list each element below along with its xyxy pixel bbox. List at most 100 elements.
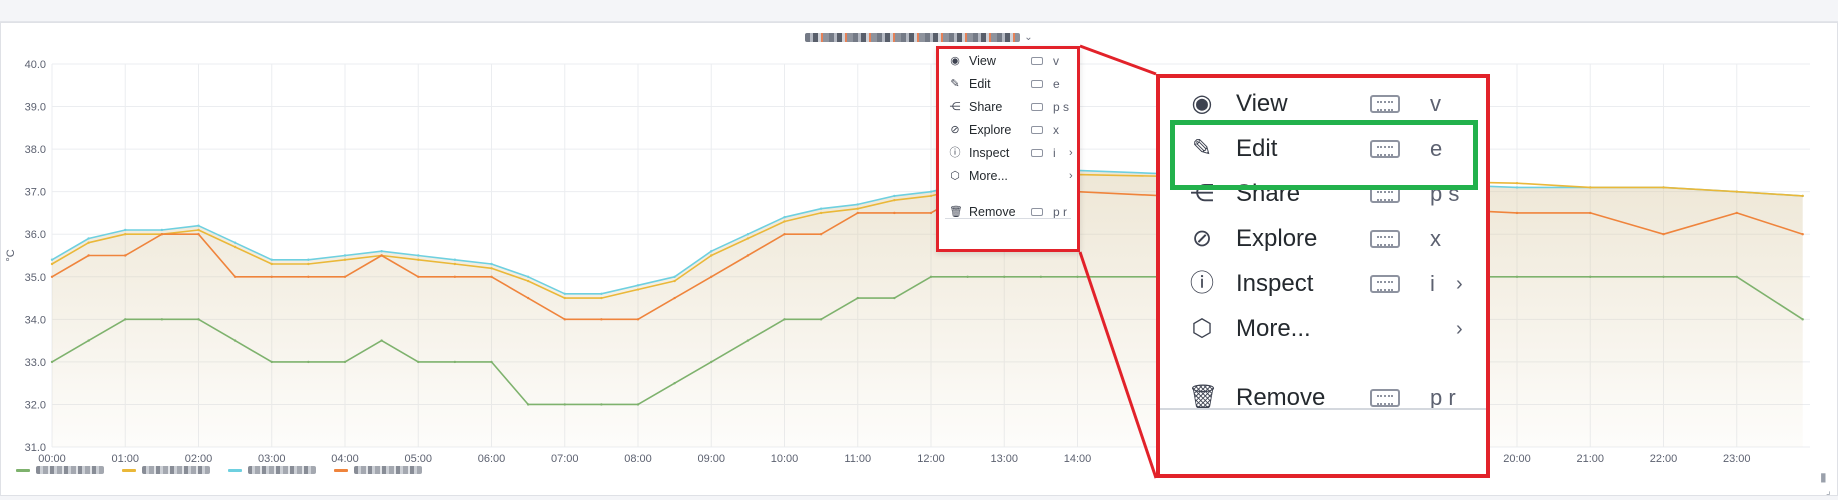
menu-item-inspect[interactable]: ⓘ Inspect i › [939, 142, 1077, 164]
series-point-orange [1735, 211, 1738, 215]
series-point-cyan [819, 207, 823, 210]
legend-label-redacted [354, 466, 422, 474]
menu-item-label: View [1236, 90, 1288, 117]
legend-item[interactable] [122, 466, 210, 474]
legend-item[interactable] [228, 466, 316, 474]
series-point-cyan [526, 275, 530, 278]
menu-item-label: Remove [969, 205, 1016, 219]
x-tick-label: 14:00 [1064, 453, 1092, 462]
series-point-green [929, 275, 933, 278]
menu-item-remove[interactable]: 🗑 Remove p r [939, 201, 1077, 223]
x-tick-label: 10:00 [771, 453, 799, 462]
legend-label-redacted [142, 466, 210, 474]
series-point-yellow [490, 267, 493, 270]
keyboard-icon [1031, 126, 1043, 134]
keyboard-icon [1370, 140, 1400, 158]
legend-swatch [334, 468, 348, 472]
x-tick-label: 09:00 [697, 453, 725, 462]
x-tick-label: 01:00 [111, 453, 139, 462]
zoomed-menu-item-more[interactable]: ⬡ More... › [1160, 303, 1486, 355]
temperature-chart[interactable]: 40.039.038.037.036.035.034.033.032.031.0… [0, 22, 1838, 462]
x-tick-label: 06:00 [478, 453, 506, 462]
series-point-yellow [563, 296, 566, 300]
x-tick-label: 23:00 [1723, 453, 1751, 462]
series-point-green [87, 339, 90, 342]
legend-item[interactable] [16, 466, 104, 474]
series-point-orange [600, 318, 603, 321]
series-point-cyan [453, 258, 457, 261]
panel-resize-icon[interactable]: ⌟ [1826, 486, 1831, 497]
series-point-cyan [50, 258, 54, 261]
menu-item-label: Explore [1236, 225, 1318, 252]
series-point-green [526, 403, 530, 406]
series-point-cyan [87, 237, 90, 240]
series-point-orange [197, 233, 200, 236]
panel-context-menu: ◉ View v ✎ Edit e ⋲ Share p s ⊘ Explore x ⓘ Inspect i ›… [936, 46, 1080, 252]
cube-icon: ⬡ [950, 170, 960, 182]
series-point-orange [307, 275, 310, 278]
series-point-orange [1515, 211, 1519, 215]
series-point-orange [783, 233, 786, 236]
panel-context-menu-zoomed: ◉ View v ✎ Edit e ⋲ Share p s ⊘ Explore x ⓘ Inspect i ›… [1156, 74, 1490, 478]
series-point-orange [563, 318, 566, 321]
legend-label-redacted [36, 466, 104, 474]
menu-item-more[interactable]: ⬡ More... › [939, 165, 1077, 187]
series-point-green [380, 339, 383, 342]
menu-item-view[interactable]: ◉ View v [939, 50, 1077, 72]
menu-item-label: Edit [1236, 135, 1278, 162]
series-point-green [343, 360, 347, 364]
menu-item-shortcut: x [1053, 123, 1059, 137]
series-point-cyan [893, 194, 896, 198]
menu-item-label: More... [1236, 315, 1311, 342]
series-point-green [563, 403, 566, 406]
legend-swatch [122, 468, 136, 472]
menu-item-label: Share [969, 100, 1003, 114]
menu-item-share[interactable]: ⋲ Share p s [939, 96, 1077, 118]
cube-icon: ⬡ [1191, 315, 1213, 342]
series-point-yellow [929, 194, 933, 198]
y-tick-label: 33.0 [25, 357, 46, 369]
keyboard-icon [1370, 185, 1400, 203]
series-point-cyan [307, 258, 310, 261]
info-icon: ⓘ [949, 147, 961, 159]
compass-icon: ⊘ [950, 124, 960, 136]
y-tick-label: 32.0 [25, 399, 46, 411]
menu-item-shortcut: e [1430, 136, 1443, 161]
keyboard-icon [1370, 275, 1400, 293]
series-point-cyan [197, 224, 200, 227]
legend-item[interactable] [334, 466, 422, 474]
keyboard-icon [1031, 149, 1043, 157]
series-point-green [636, 403, 640, 406]
share-icon: ⋲ [1190, 180, 1214, 207]
series-point-yellow [87, 241, 90, 244]
series-point-cyan [636, 284, 640, 287]
x-tick-label: 12:00 [917, 453, 945, 462]
menu-item-shortcut: i [1430, 271, 1435, 296]
edit-icon: ✎ [950, 78, 960, 90]
series-point-yellow [124, 233, 127, 236]
series-point-green [197, 318, 200, 321]
series-point-green [160, 318, 164, 321]
series-point-orange [673, 296, 676, 300]
series-point-orange [856, 211, 859, 215]
series-point-yellow [710, 254, 713, 257]
keyboard-icon [1031, 57, 1043, 65]
series-point-yellow [636, 288, 640, 291]
menu-item-label: Inspect [969, 146, 1010, 160]
menu-item-explore[interactable]: ⊘ Explore x [939, 119, 1077, 141]
series-point-orange [1801, 233, 1804, 236]
series-point-orange [893, 211, 896, 215]
legend-swatch [16, 468, 30, 472]
series-point-cyan [233, 241, 237, 244]
series-point-cyan [783, 216, 786, 219]
legend-swatch [228, 468, 242, 472]
edit-icon: ✎ [1191, 135, 1213, 162]
y-tick-label: 34.0 [25, 314, 46, 326]
menu-item-label: Share [1236, 180, 1301, 207]
series-point-cyan [270, 258, 273, 261]
y-tick-label: 35.0 [25, 272, 46, 284]
menu-item-edit[interactable]: ✎ Edit e [939, 73, 1077, 95]
series-point-green [1003, 275, 1006, 278]
zoomed-menu-item-remove[interactable]: 🗑 Remove p r [1160, 372, 1486, 424]
series-point-green [417, 360, 420, 364]
